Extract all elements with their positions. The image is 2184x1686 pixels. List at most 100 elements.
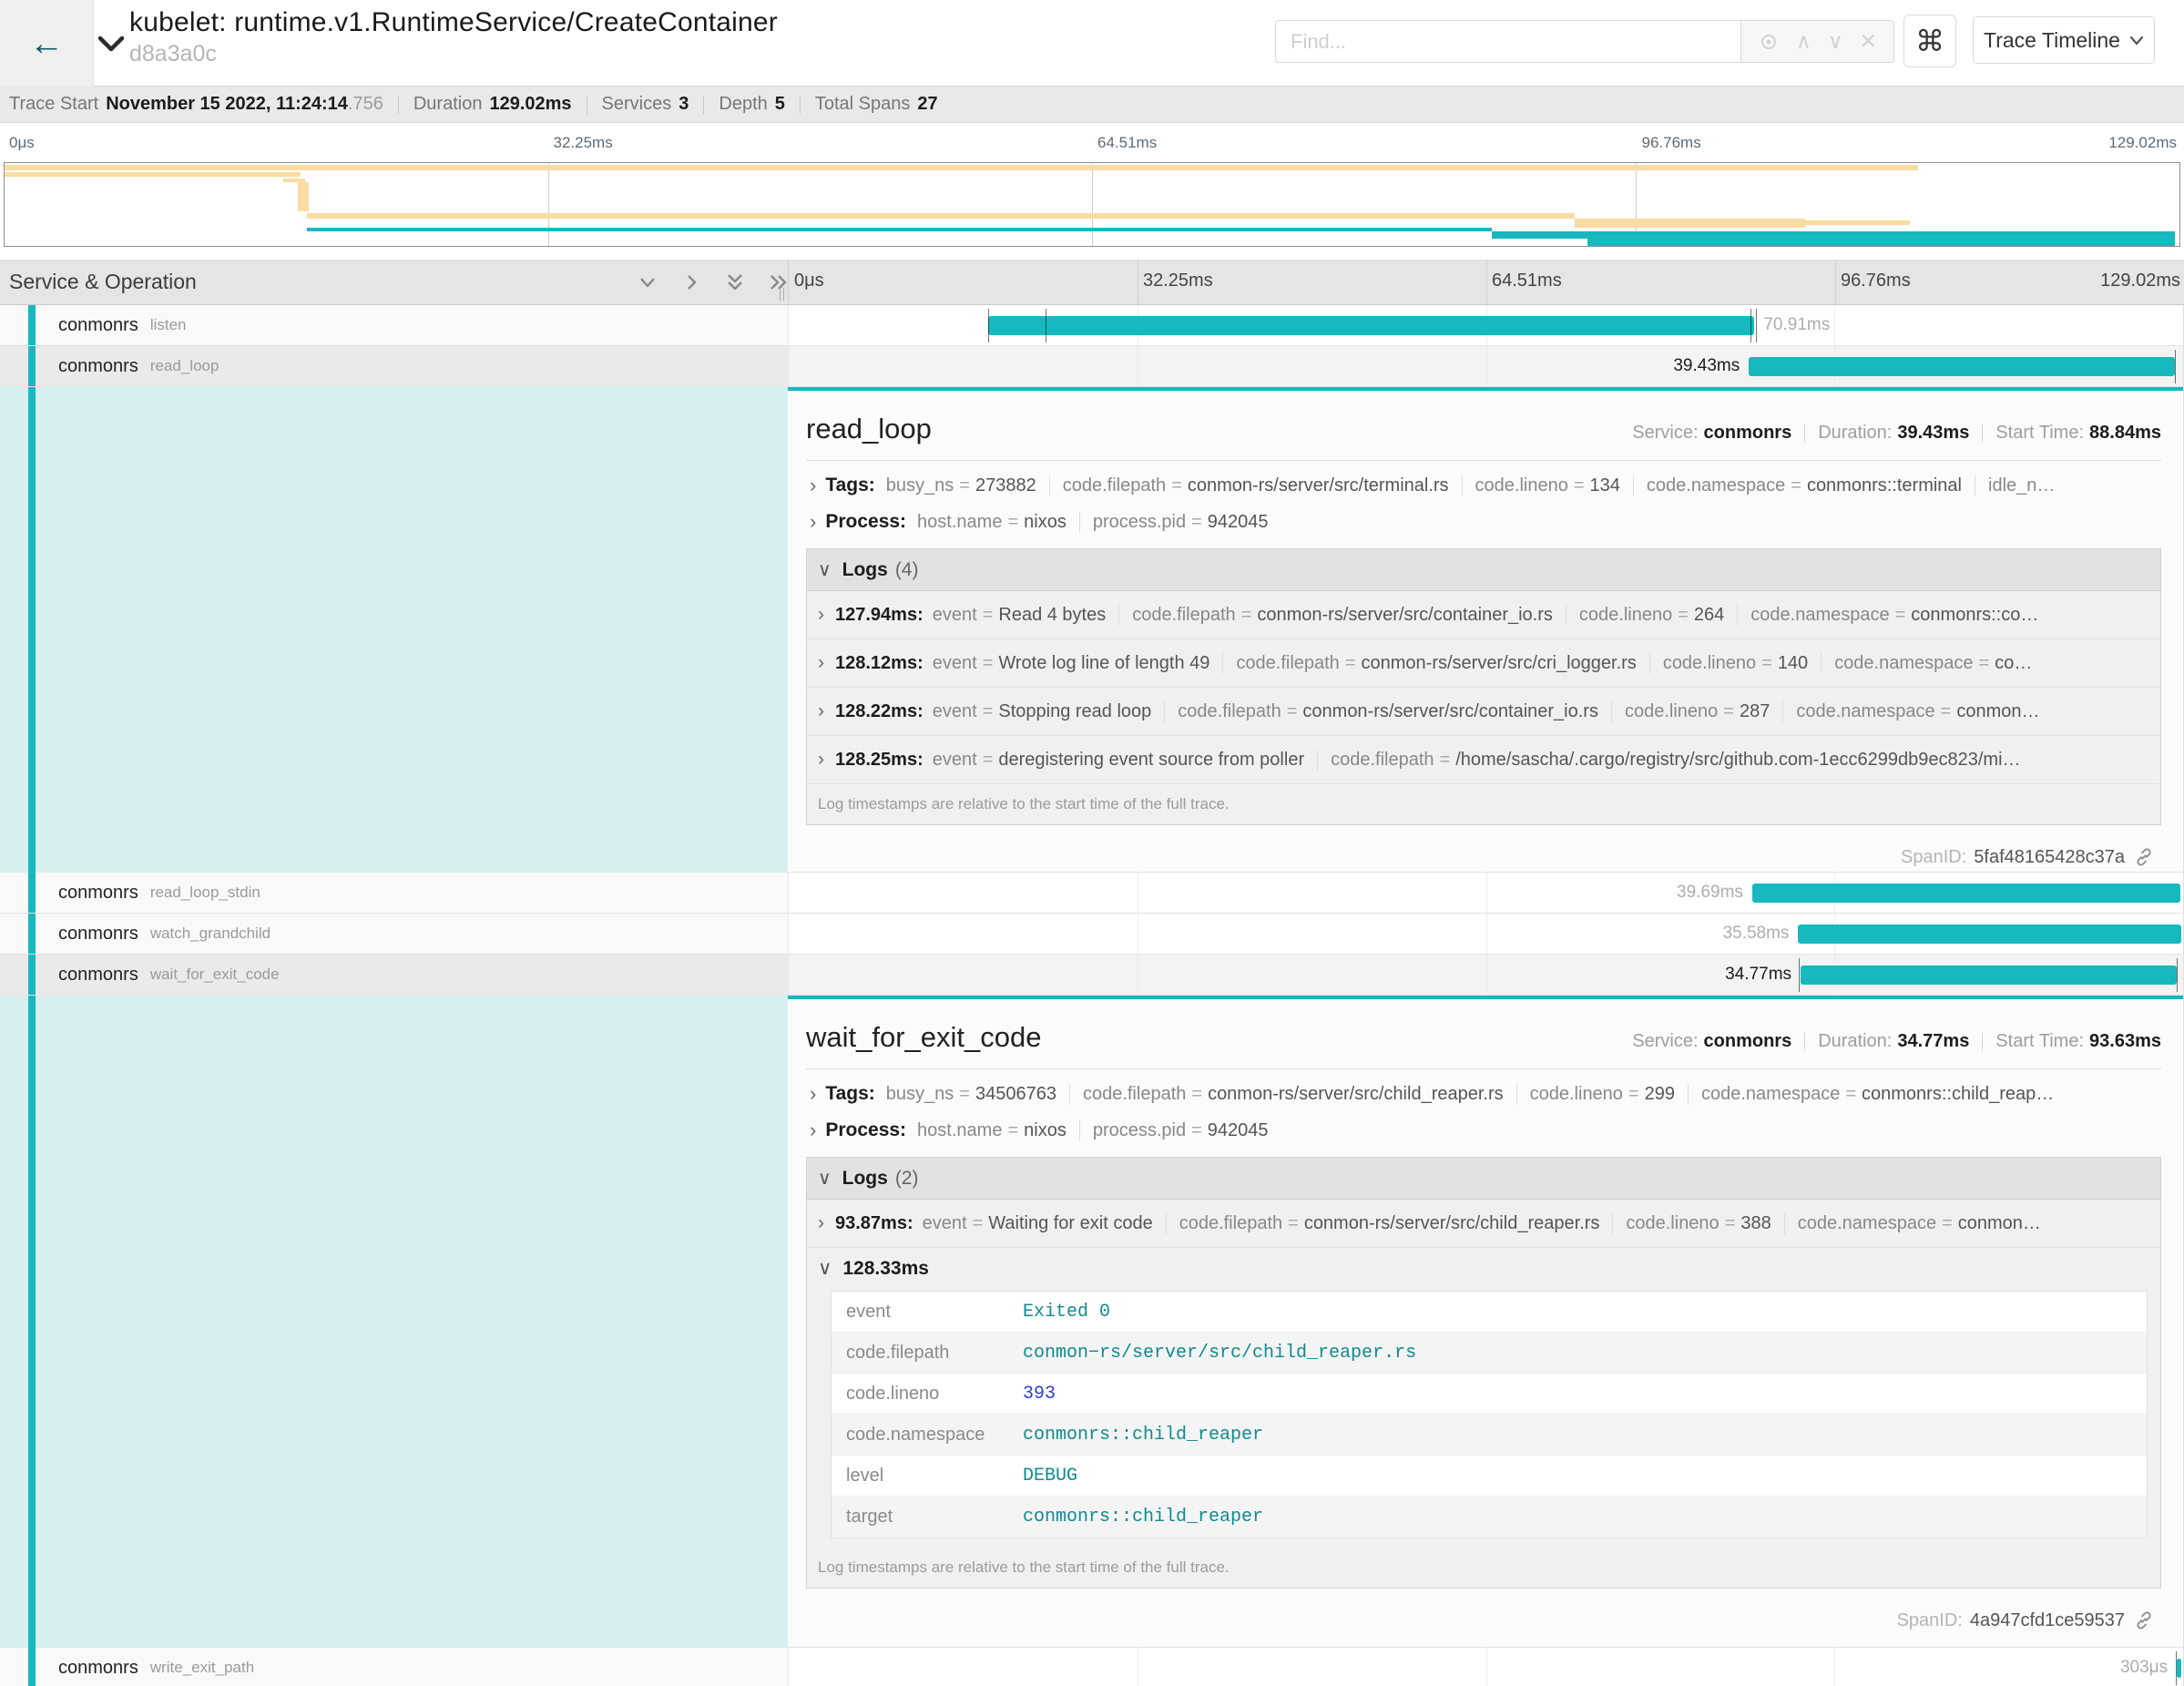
span-row-name-cell[interactable]: conmonrswrite_exit_path [0, 1648, 788, 1686]
span-row-name-cell[interactable]: conmonrswait_for_exit_code [0, 955, 788, 996]
back-button[interactable]: ← [0, 0, 94, 87]
field-equals: = [959, 475, 970, 496]
process-row[interactable]: › Process: host.name=nixosprocess.pid=94… [806, 1119, 2161, 1142]
span-detail-left-fill [0, 996, 788, 1648]
logs-box: ∨ Logs (2) ›93.87ms:event=Waiting for ex… [806, 1157, 2161, 1589]
log-entry[interactable]: ›128.22ms:event=Stopping read loopcode.f… [807, 688, 2160, 736]
grid-header-left: Service & Operation [0, 260, 788, 304]
span-row-name-cell[interactable]: conmonrsread_loop_stdin [0, 873, 788, 914]
timeline-tick-label: 96.76ms [1835, 271, 1911, 291]
field: code.filepath=conmon-rs/server/src/conta… [1118, 605, 1566, 626]
tags-row[interactable]: › Tags: busy_ns=273882code.filepath=conm… [806, 474, 2161, 497]
span-bar[interactable] [1752, 884, 2180, 903]
minimap-span [307, 213, 1575, 219]
minimap-span [307, 228, 1492, 231]
span-bar[interactable] [988, 316, 1754, 335]
log-field-key: code.lineno [832, 1384, 1023, 1405]
span-detail-panel: wait_for_exit_code Service:conmonrs Dura… [788, 996, 2183, 1648]
field-equals: = [1574, 475, 1585, 496]
span-duration-label: 39.43ms [1673, 356, 1740, 376]
field-value: 942045 [1208, 1120, 1269, 1140]
field: code.filepath=conmon-rs/server/src/termi… [1049, 475, 1462, 496]
field-equals: = [1288, 1213, 1299, 1233]
field-value: conmon… [1956, 701, 2039, 721]
link-icon[interactable] [2134, 847, 2154, 867]
span-row-timeline-cell[interactable]: 34.77ms [788, 955, 2183, 996]
span-duration-label: 35.58ms [1723, 924, 1790, 944]
span-row-wait-for-exit-code[interactable]: conmonrswait_for_exit_code 34.77ms [0, 955, 2183, 996]
span-bar[interactable] [1749, 357, 2175, 376]
timeline-gridline [1092, 163, 1093, 246]
log-field-row: targetconmonrs::child_reaper [832, 1497, 2147, 1538]
field-value: Read 4 bytes [998, 605, 1106, 625]
view-selector-label: Trace Timeline [1984, 28, 2120, 53]
log-field-key: code.filepath [832, 1343, 1023, 1364]
log-entry-expanded[interactable]: ∨ 128.33ms [807, 1248, 2160, 1287]
summary-value: 27 [917, 94, 937, 114]
expand-all-double-chevron-right-icon[interactable] [769, 272, 789, 292]
column-resizer-handle[interactable] [780, 288, 784, 301]
field-key: code.filepath [1331, 750, 1434, 770]
chevron-down-icon: ∨ [818, 1167, 832, 1190]
summary-label: Total Spans [815, 94, 911, 114]
log-entry[interactable]: ›93.87ms:event=Waiting for exit codecode… [807, 1200, 2160, 1248]
summary-divider [398, 96, 399, 114]
span-bar[interactable] [1798, 925, 2181, 944]
field: code.namespace=conmonrs::child_reap… [1688, 1084, 2067, 1105]
span-row-name-cell[interactable]: conmonrslisten [0, 305, 788, 346]
span-row-write-exit-path[interactable]: conmonrswrite_exit_path303μs [0, 1648, 2183, 1686]
chevron-right-icon: › [810, 510, 816, 534]
timeline-tick-label: 32.25ms [1138, 271, 1213, 291]
span-bar[interactable] [2177, 1659, 2181, 1678]
expand-one-chevron-right-icon[interactable] [681, 272, 701, 292]
logs-header[interactable]: ∨ Logs (4) [807, 549, 2160, 591]
span-row-listen[interactable]: conmonrslisten 70.91ms [0, 305, 2183, 346]
summary-divider [800, 96, 801, 114]
collapse-header-toggle[interactable] [96, 33, 127, 55]
span-row-watch-grandchild[interactable]: conmonrswatch_grandchild 35.58ms [0, 914, 2183, 955]
tags-row[interactable]: › Tags: busy_ns=34506763code.filepath=co… [806, 1082, 2161, 1106]
log-entry[interactable]: ›128.12ms:event=Wrote log line of length… [807, 639, 2160, 688]
trace-id: d8a3a0c [129, 41, 778, 67]
collapse-all-double-chevron-down-icon[interactable] [725, 272, 745, 292]
field-equals: = [1628, 1084, 1639, 1104]
span-row-name-cell[interactable]: conmonrswatch_grandchild [0, 914, 788, 955]
field: code.filepath=conmon-rs/server/src/child… [1166, 1213, 1613, 1234]
span-row-read-loop[interactable]: conmonrsread_loop 39.43ms [0, 346, 2183, 387]
find-clear-icon[interactable]: ✕ [1860, 31, 1877, 52]
span-color-indicator [28, 996, 36, 1648]
field-equals: = [983, 750, 994, 770]
span-row-timeline-cell[interactable]: 303μs [788, 1648, 2183, 1686]
minimap-canvas[interactable] [4, 162, 2180, 247]
span-row-timeline-cell[interactable]: 39.69ms [788, 873, 2183, 914]
span-duration-label: 70.91ms [1763, 315, 1830, 335]
field: busy_ns=34506763 [884, 1084, 1069, 1105]
field-value: conmon… [1958, 1213, 2041, 1233]
chevron-down-icon [96, 33, 127, 55]
collapse-all-chevron-down-icon[interactable] [638, 272, 658, 292]
log-timestamp: 128.25ms: [835, 750, 924, 771]
logs-header[interactable]: ∨ Logs (2) [807, 1158, 2160, 1200]
span-row-timeline-cell[interactable]: 70.91ms [788, 305, 2183, 346]
span-row-name-cell[interactable]: conmonrsread_loop [0, 346, 788, 387]
locate-icon[interactable] [1758, 31, 1780, 53]
log-entry[interactable]: ›127.94ms:event=Read 4 bytescode.filepat… [807, 591, 2160, 639]
span-bar[interactable] [1801, 966, 2177, 985]
keyboard-shortcuts-button[interactable]: ⌘ [1903, 15, 1956, 67]
field-value: conmon-rs/server/src/child_reaper.rs [1304, 1213, 1600, 1233]
link-icon[interactable] [2134, 1610, 2154, 1630]
span-duration-label: 34.77ms [1725, 965, 1791, 985]
process-row[interactable]: › Process: host.name=nixosprocess.pid=94… [806, 510, 2161, 534]
field: code.lineno=287 [1611, 701, 1782, 722]
field: code.lineno=134 [1462, 475, 1633, 496]
chevron-right-icon: › [810, 474, 816, 497]
view-selector-button[interactable]: Trace Timeline [1973, 16, 2155, 64]
find-input[interactable] [1275, 20, 1741, 63]
span-row-read-loop-stdin[interactable]: conmonrsread_loop_stdin39.69ms [0, 873, 2183, 914]
service-operation-header: Service & Operation [9, 270, 197, 294]
find-prev-icon[interactable]: ∧ [1796, 31, 1811, 52]
find-next-icon[interactable]: ∨ [1828, 31, 1843, 52]
span-row-timeline-cell[interactable]: 39.43ms [788, 346, 2183, 387]
log-entry[interactable]: ›128.25ms:event=deregistering event sour… [807, 736, 2160, 784]
span-row-timeline-cell[interactable]: 35.58ms [788, 914, 2183, 955]
